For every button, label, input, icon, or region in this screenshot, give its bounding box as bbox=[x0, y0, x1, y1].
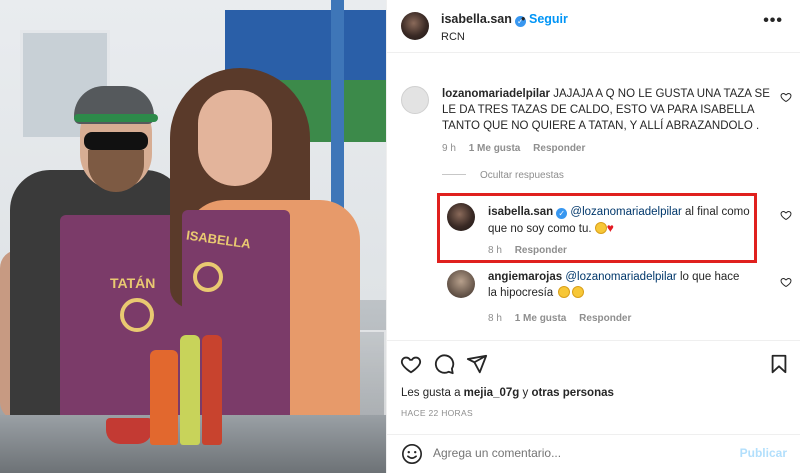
post-side-panel: isabella.san ✓ • Seguir RCN ••• lozanomar… bbox=[386, 0, 800, 473]
comment-reply-button[interactable]: Responder bbox=[533, 143, 585, 154]
reply-text: isabella.san ✓ @lozanomariadelpilar al fi… bbox=[488, 204, 750, 237]
header-subtitle: RCN bbox=[441, 31, 465, 43]
reply-time: 8 h bbox=[488, 313, 502, 324]
likes-others-link[interactable]: otras personas bbox=[531, 387, 613, 399]
more-icon[interactable]: ••• bbox=[763, 12, 783, 30]
reply-time: 8 h bbox=[488, 245, 502, 256]
laughing-emoji-icon bbox=[572, 286, 585, 298]
reply-reply-button[interactable]: Responder bbox=[579, 313, 631, 324]
reply-likes[interactable]: 1 Me gusta bbox=[515, 313, 567, 324]
red-bowl bbox=[106, 418, 152, 444]
oil-bottle bbox=[180, 335, 200, 445]
reply-text: angiemarojas @lozanomariadelpilar lo que… bbox=[488, 269, 750, 301]
reply-meta: 8 h Responder bbox=[488, 245, 577, 256]
likes-summary: Les gusta a mejia_07g y otras personas bbox=[401, 387, 614, 399]
comment-input[interactable] bbox=[433, 446, 733, 460]
laughing-emoji-icon bbox=[558, 286, 571, 298]
heart-icon[interactable] bbox=[400, 353, 422, 375]
likes-user-link[interactable]: mejia_07g bbox=[464, 387, 520, 399]
masterchef-logo-right bbox=[193, 262, 223, 292]
comment-username[interactable]: lozanomariadelpilar bbox=[442, 88, 550, 100]
reply-mention[interactable]: @lozanomariadelpilar bbox=[570, 206, 681, 218]
comment-time: 9 h bbox=[442, 143, 456, 154]
heart-icon[interactable] bbox=[780, 91, 792, 103]
reply-username[interactable]: angiemarojas bbox=[488, 271, 562, 283]
heart-icon[interactable] bbox=[780, 276, 792, 288]
follow-button[interactable]: Seguir bbox=[529, 12, 568, 26]
bookmark-icon[interactable] bbox=[768, 353, 790, 375]
avatar[interactable] bbox=[401, 12, 429, 40]
reply-username[interactable]: isabella.san ✓ bbox=[488, 206, 568, 219]
emoji-icon[interactable] bbox=[401, 443, 423, 465]
comment-likes[interactable]: 1 Me gusta bbox=[469, 143, 521, 154]
reply-meta: 8 h 1 Me gusta Responder bbox=[488, 313, 641, 324]
sauce-bottle bbox=[202, 335, 222, 445]
comment-meta: 9 h 1 Me gusta Responder bbox=[442, 143, 595, 154]
red-heart-emoji-icon: ♥ bbox=[606, 221, 614, 235]
reply-reply-button[interactable]: Responder bbox=[515, 245, 567, 256]
share-icon[interactable] bbox=[466, 353, 488, 375]
header-username[interactable]: isabella.san ✓ bbox=[441, 12, 526, 27]
apron-label-left: TATÁN bbox=[110, 275, 156, 291]
hide-replies-button[interactable]: Ocultar respuestas bbox=[442, 170, 564, 181]
publish-button[interactable]: Publicar bbox=[740, 446, 787, 460]
heart-icon[interactable] bbox=[780, 209, 792, 221]
man-sunglasses bbox=[84, 132, 148, 150]
dot-separator: • bbox=[521, 12, 526, 26]
post-photo[interactable]: TATÁN ISABELLA bbox=[0, 0, 386, 473]
comment-text: lozanomariadelpilar JAJAJA A Q NO LE GUS… bbox=[442, 86, 772, 134]
post-header: isabella.san ✓ • Seguir RCN ••• bbox=[387, 0, 800, 53]
header-username-text[interactable]: isabella.san bbox=[441, 12, 512, 26]
reply-mention[interactable]: @lozanomariadelpilar bbox=[565, 271, 676, 283]
comment-icon[interactable] bbox=[433, 353, 455, 375]
orange-grinder bbox=[150, 350, 178, 445]
masterchef-logo-left bbox=[120, 298, 154, 332]
comments-list[interactable]: lozanomariadelpilar JAJAJA A Q NO LE GUS… bbox=[387, 54, 800, 340]
reply-avatar[interactable] bbox=[447, 203, 475, 231]
smile-emoji-icon bbox=[594, 222, 607, 234]
post-timestamp[interactable]: HACE 22 HORAS bbox=[401, 408, 473, 418]
reply-avatar[interactable] bbox=[447, 270, 475, 298]
woman-head bbox=[198, 90, 272, 186]
verified-badge-icon: ✓ bbox=[556, 208, 568, 219]
comment-avatar[interactable] bbox=[401, 86, 429, 114]
action-bar: Les gusta a mejia_07g y otras personas H… bbox=[387, 340, 800, 434]
add-comment-bar: Publicar bbox=[387, 434, 800, 473]
hide-replies-line bbox=[442, 174, 466, 175]
man-cap-visor bbox=[74, 114, 158, 122]
